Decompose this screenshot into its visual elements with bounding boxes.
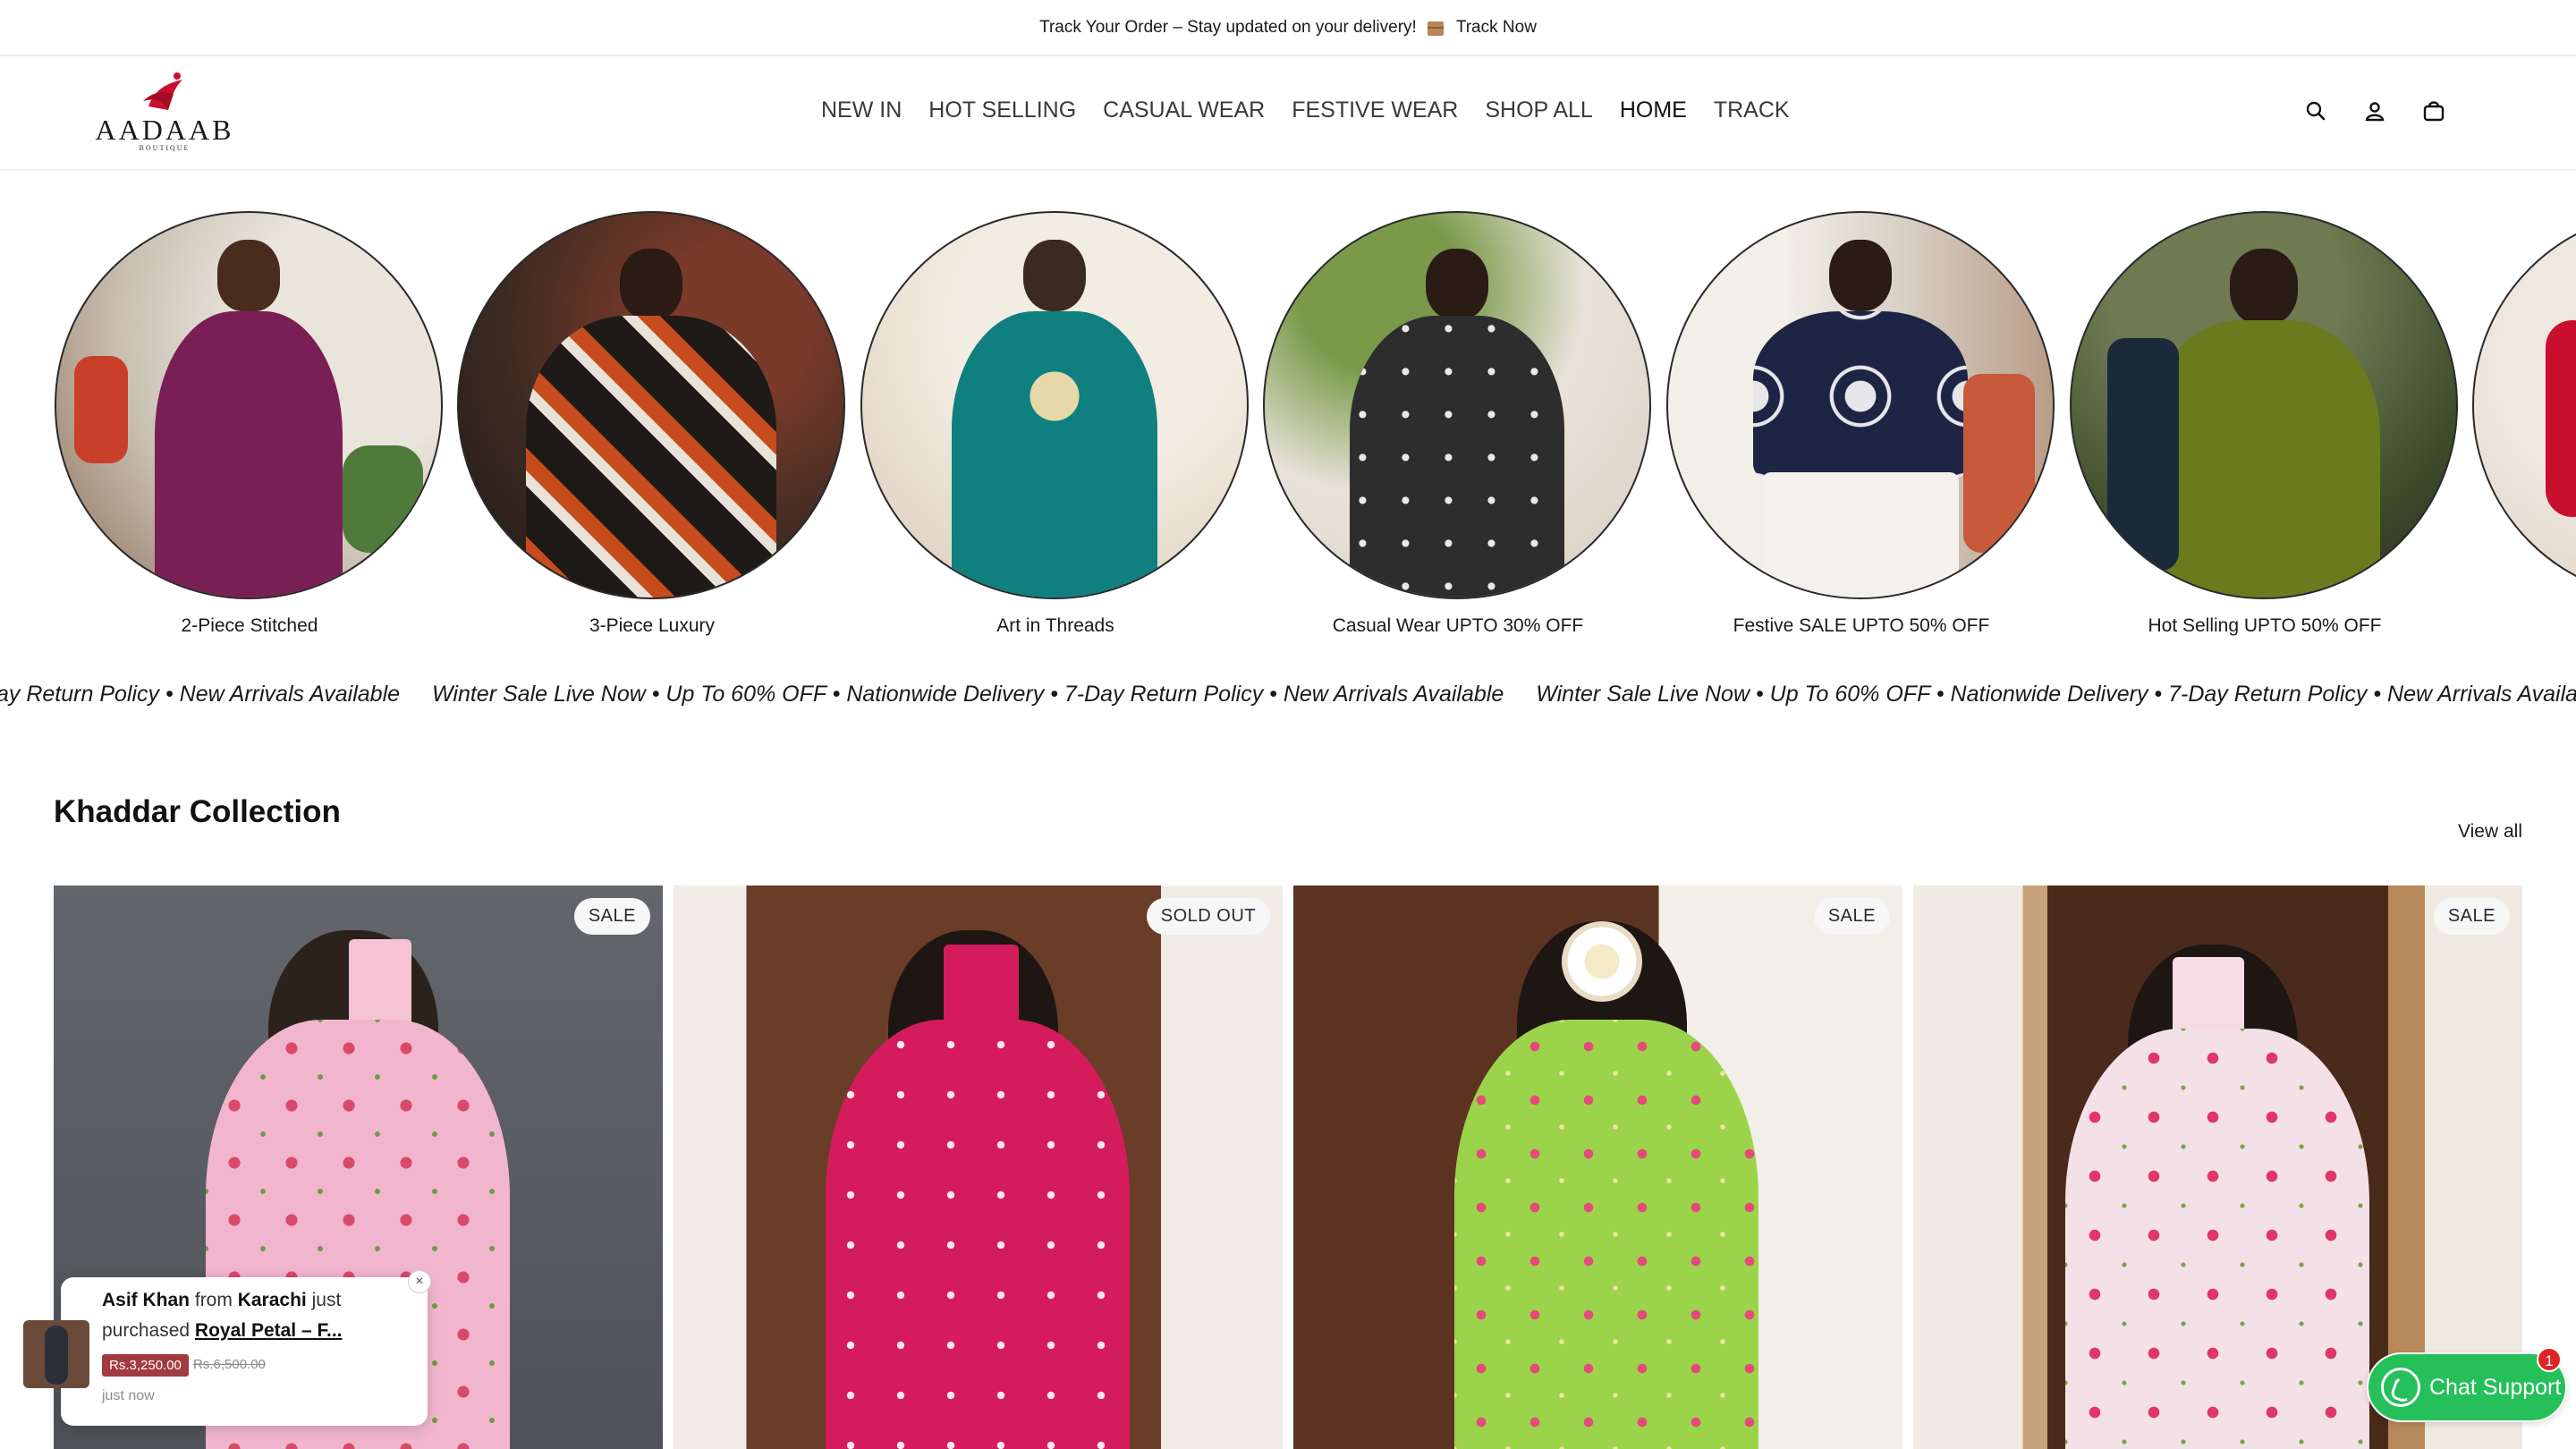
category-image [457, 211, 845, 599]
marquee-segment: • 7-Day Return Policy • New Arrivals Ava… [0, 682, 401, 707]
category-label: 3-Piece Luxury [589, 615, 716, 636]
figure-head [1829, 240, 1892, 311]
marquee-segment: Winter Sale Live Now • Up To 60% OFF • N… [432, 682, 1504, 707]
figure-trouser [1762, 472, 1959, 597]
nav-track[interactable]: TRACK [1714, 97, 1790, 123]
announcement-marquee: • 7-Day Return Policy • New Arrivals Ava… [0, 682, 2576, 717]
logo[interactable]: AADAAB BOUTIQUE [93, 71, 236, 157]
logo-wordmark: AADAAB [95, 114, 234, 146]
category-label: Festive SALE UPTO 50% OFF [1733, 615, 1990, 636]
figure-dress [1350, 316, 1564, 597]
product-card[interactable]: SALE [1293, 886, 1902, 1449]
buyer-city: Karachi [237, 1290, 307, 1310]
category-image [1666, 211, 2055, 599]
buyer-name: Asif Khan [102, 1290, 191, 1310]
package-icon [1427, 21, 1444, 36]
figure-dress [155, 311, 343, 597]
account-icon[interactable] [2361, 97, 2388, 124]
category-label: Art in Threads [996, 615, 1114, 636]
category-image [2472, 211, 2576, 599]
track-now-link[interactable]: Track Now [1456, 18, 1537, 38]
chat-notification-badge: 1 [2537, 1347, 2562, 1372]
popup-sale-price: Rs.3,250.00 [102, 1354, 189, 1377]
nav-new-in[interactable]: NEW IN [821, 97, 902, 123]
popup-product-link[interactable]: Royal Petal – F... [195, 1320, 343, 1341]
sale-badge: SALE [2433, 898, 2510, 935]
product-dress [1454, 1020, 1758, 1449]
product-flower [1562, 921, 1642, 1002]
nav-shop-all[interactable]: SHOP ALL [1485, 97, 1592, 123]
sale-badge: SALE [1813, 898, 1890, 935]
main-nav: NEW IN HOT SELLING CASUAL WEAR FESTIVE W… [821, 97, 1790, 123]
product-card[interactable]: SOLD OUT [674, 886, 1283, 1449]
announcement-bar: Track Your Order – Stay updated on your … [0, 0, 2576, 56]
announcement-text: Track Your Order – Stay updated on your … [1039, 17, 1417, 37]
figure-head [1023, 240, 1086, 311]
chat-support-label: Chat Support [2429, 1374, 2562, 1400]
category-3-piece-luxury[interactable]: 3-Piece Luxury [457, 211, 847, 637]
figure-head [1426, 249, 1488, 320]
category-image [1263, 211, 1651, 599]
product-dress [826, 1020, 1130, 1449]
marquee-segment: Winter Sale Live Now • Up To 60% OFF • N… [1536, 682, 2576, 707]
from-text: from [194, 1290, 233, 1310]
search-icon[interactable] [2302, 97, 2329, 124]
figure-head [217, 240, 280, 311]
close-icon[interactable]: × [408, 1270, 431, 1293]
header-actions [2302, 97, 2447, 124]
thumb-figure [45, 1326, 68, 1385]
decor-vase [74, 356, 128, 463]
chat-support-button[interactable]: Chat Support 1 [2367, 1347, 2567, 1422]
figure-dress [2148, 320, 2380, 597]
nav-hot-selling[interactable]: HOT SELLING [928, 97, 1076, 123]
recent-purchase-popup: Asif Khan from Karachi just purchased Ro… [23, 1270, 431, 1426]
category-carousel: 2-Piece Stitched 3-Piece Luxury Art in T… [0, 211, 2576, 640]
sold-out-badge: SOLD OUT [1146, 898, 1270, 935]
dancer-logo-icon [143, 72, 182, 110]
category-casual-wear[interactable]: Casual Wear UPTO 30% OFF [1263, 211, 1653, 637]
category-hot-selling[interactable]: Hot Selling UPTO 50% OFF [2070, 211, 2460, 637]
marquee-track: • 7-Day Return Policy • New Arrivals Ava… [0, 682, 2576, 708]
figure-head [2230, 249, 2298, 326]
sale-badge: SALE [573, 898, 650, 935]
collection-title: Khaddar Collection [54, 794, 341, 829]
figure-top [1753, 311, 1968, 481]
logo-subtitle: BOUTIQUE [139, 144, 191, 152]
whatsapp-icon [2381, 1368, 2420, 1407]
popup-timestamp: just now [102, 1388, 155, 1403]
category-image [2070, 211, 2458, 599]
category-2-piece-stitched[interactable]: 2-Piece Stitched [55, 211, 445, 637]
category-label: Hot Selling UPTO 50% OFF [2148, 615, 2382, 636]
nav-home[interactable]: HOME [1620, 97, 1687, 123]
embroidery-motif [1019, 347, 1090, 445]
category-label: Casual Wear UPTO 30% OFF [1332, 615, 1584, 636]
category-art-in-threads[interactable]: Art in Threads [860, 211, 1250, 637]
decor-plant [343, 445, 423, 553]
figure-dress [526, 316, 776, 597]
popup-product-line: purchased Royal Petal – F... [102, 1320, 343, 1342]
nav-festive-wear[interactable]: FESTIVE WEAR [1292, 97, 1458, 123]
just-text: just [311, 1290, 342, 1310]
category-label: 2-Piece Stitched [181, 615, 318, 636]
view-all-link[interactable]: View all [2458, 821, 2522, 843]
category-image [860, 211, 1249, 599]
decor-chair [1963, 374, 2035, 553]
figure-dupatta [2107, 338, 2179, 571]
product-face-cover [349, 939, 411, 1029]
purchased-text: purchased [102, 1320, 191, 1341]
cart-icon[interactable] [2420, 97, 2447, 124]
category-partial[interactable] [2472, 211, 2576, 599]
nav-casual-wear[interactable]: CASUAL WEAR [1103, 97, 1265, 123]
category-festive-sale[interactable]: Festive SALE UPTO 50% OFF [1666, 211, 2056, 637]
category-image [55, 211, 443, 599]
figure-head [620, 249, 682, 320]
product-dress [2065, 1029, 2369, 1449]
popup-product-thumbnail[interactable] [23, 1320, 89, 1388]
popup-buyer-line: Asif Khan from Karachi just [102, 1290, 341, 1311]
figure-dress [2546, 320, 2576, 517]
site-header: AADAAB BOUTIQUE NEW IN HOT SELLING CASUA… [0, 56, 2576, 171]
popup-original-price: Rs.6,500.00 [193, 1357, 266, 1372]
